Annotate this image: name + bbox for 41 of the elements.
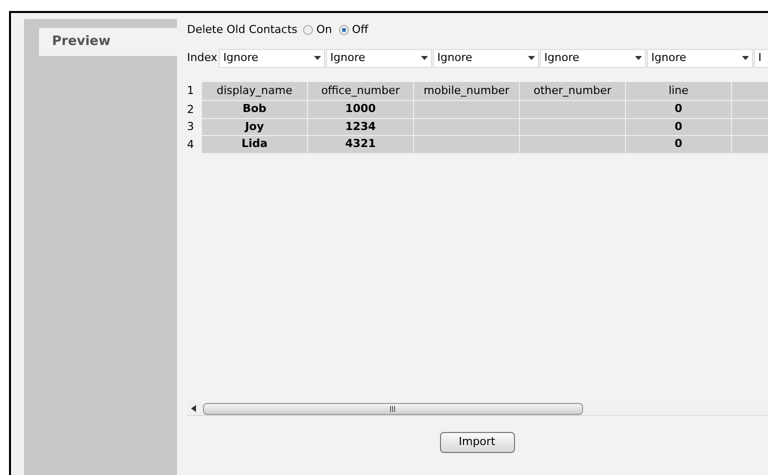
caret-icon — [528, 56, 536, 60]
table-cell: 1000 — [308, 101, 414, 118]
column-header: office_number — [308, 82, 414, 101]
delete-old-contacts-label: Delete Old Contacts — [187, 22, 298, 38]
table-cell: 1234 — [308, 118, 414, 136]
radio-label[interactable]: Off — [352, 22, 368, 38]
column-header: display_name — [202, 82, 308, 101]
column-mapping-dropdown[interactable]: Ignore — [433, 48, 540, 68]
column-mapping-dropdown[interactable]: Ignore — [219, 48, 326, 68]
column-mapping-dropdown[interactable]: Ignore — [326, 48, 432, 68]
caret-icon — [742, 56, 750, 60]
caret-icon — [635, 56, 642, 60]
horizontal-scrollbar[interactable] — [187, 402, 768, 416]
table-cell: Bob — [202, 101, 308, 118]
import-button[interactable]: Import — [440, 432, 514, 453]
caret-icon — [421, 56, 428, 60]
preview-tab[interactable]: Preview — [39, 28, 177, 56]
radio-label[interactable]: On — [316, 22, 332, 38]
column-header: mobile_number — [414, 82, 520, 101]
row-number: 2 — [187, 102, 194, 116]
scrollbar-thumb[interactable] — [203, 402, 583, 414]
radio-button[interactable] — [303, 25, 314, 35]
table-cell: Joy — [202, 118, 308, 136]
row-number: 4 — [187, 138, 194, 150]
table-cell: Lida — [202, 136, 308, 154]
row-number: 3 — [187, 120, 194, 133]
table-cell: 4321 — [308, 136, 414, 154]
scroll-left-icon[interactable] — [191, 405, 197, 412]
table-cell: 0 — [626, 101, 732, 118]
radio-button[interactable] — [339, 25, 350, 35]
table-cell: 0 — [626, 136, 732, 154]
column-header: line — [626, 82, 732, 101]
column-mapping-dropdown[interactable]: Ignore — [540, 48, 646, 68]
row-number: 1 — [187, 84, 194, 98]
column-mapping-dropdown[interactable]: Ignore — [647, 48, 754, 68]
index-label: Index — [187, 50, 218, 66]
caret-icon — [314, 56, 322, 60]
column-header: other_number — [520, 82, 626, 101]
column-mapping-dropdown[interactable]: I — [754, 48, 768, 68]
grip-icon — [390, 406, 396, 412]
table-cell: 0 — [626, 118, 732, 136]
